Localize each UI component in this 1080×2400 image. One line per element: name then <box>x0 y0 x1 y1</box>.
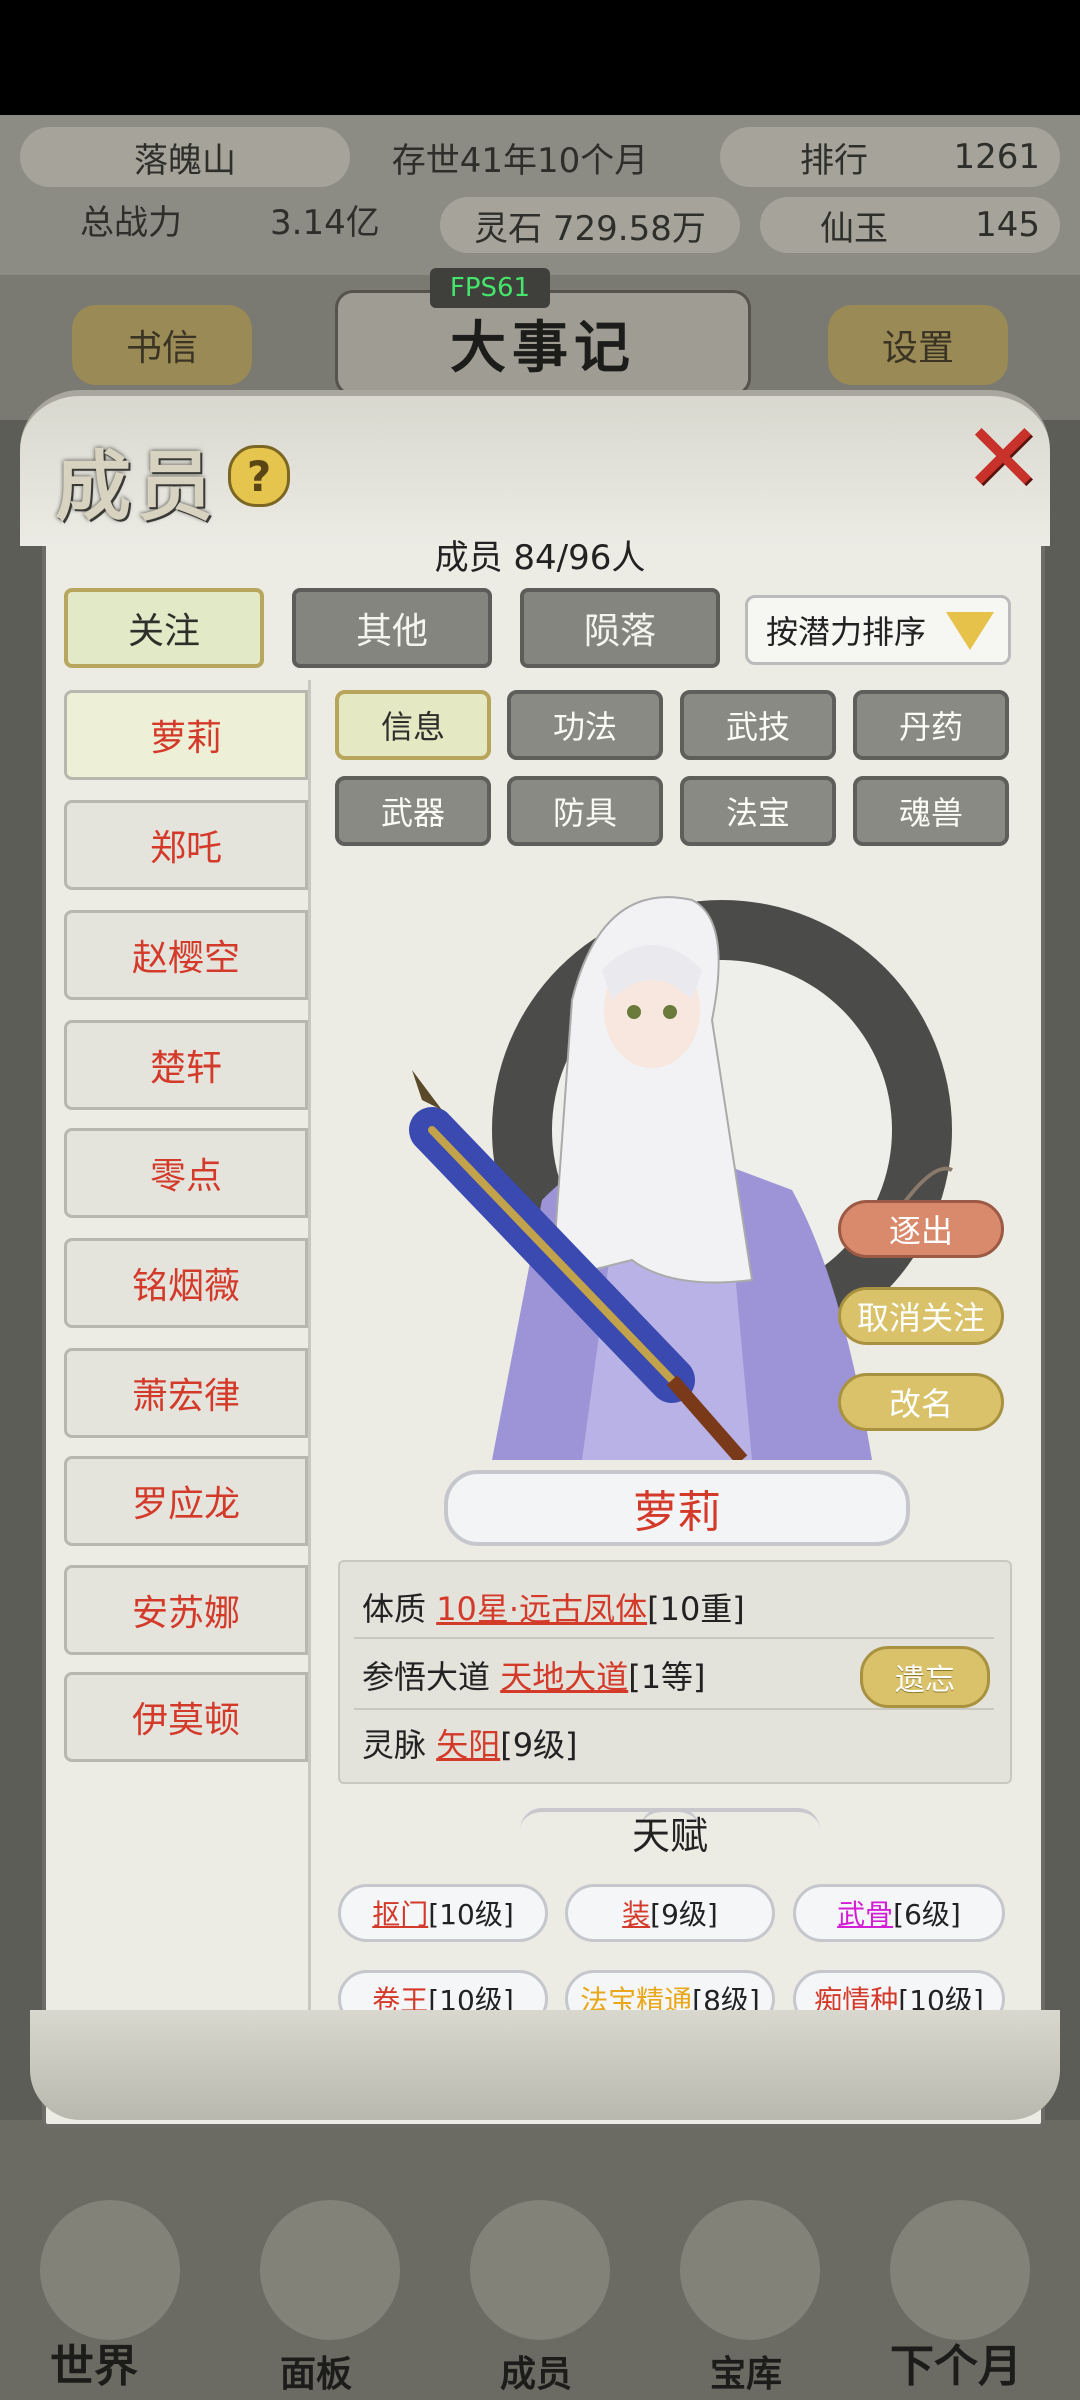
row-divider <box>354 1708 994 1710</box>
dialog-title: 成员 <box>55 442 219 531</box>
member-item[interactable]: 伊莫顿 <box>64 1672 308 1762</box>
close-icon: ✕ <box>962 402 1044 514</box>
member-item[interactable]: 安苏娜 <box>64 1565 308 1655</box>
row-divider <box>354 1637 994 1639</box>
status-bar <box>0 0 1080 115</box>
talent-chip[interactable]: 武骨 [6级] <box>793 1884 1005 1942</box>
jade-label: 仙玉 <box>820 208 888 249</box>
dialog-footer-deco <box>30 2010 1060 2120</box>
letters-button[interactable]: 书信 <box>72 305 252 385</box>
treasury-icon <box>680 2200 820 2340</box>
world-icon <box>40 2200 180 2340</box>
member-item[interactable]: 零点 <box>64 1128 308 1218</box>
forget-button[interactable]: 遗忘 <box>860 1646 990 1708</box>
member-count: 成员 84/96人 <box>434 538 646 578</box>
vein-extra: [9级] <box>500 1726 578 1764</box>
age-value: 存世41年10个月 <box>391 140 649 181</box>
member-item[interactable]: 赵樱空 <box>64 910 308 1000</box>
talent-title: 天赋 <box>631 1814 708 1858</box>
next-month-icon <box>890 2200 1030 2340</box>
talent-level: [10级] <box>428 1898 514 1931</box>
rank-value: 1261 <box>953 137 1040 177</box>
subtab-treasures[interactable]: 法宝 <box>680 776 836 846</box>
tab-fallen[interactable]: 陨落 <box>520 588 720 668</box>
nav-next-month[interactable]: 下个月 <box>890 2330 1022 2394</box>
game-header: 落魄山 存世41年10个月 排行 1261 总战力 3.14亿 灵石 729.5… <box>0 115 1080 275</box>
close-button[interactable]: ✕ <box>960 410 1046 506</box>
vein-row: 灵脉 矢阳[9级] <box>362 1720 578 1766</box>
expel-button[interactable]: 逐出 <box>838 1200 1004 1258</box>
settings-button[interactable]: 设置 <box>828 305 1008 385</box>
subtab-armor[interactable]: 防具 <box>507 776 663 846</box>
physique-label: 体质 <box>362 1590 427 1628</box>
age-text: 存世41年10个月 <box>350 127 690 187</box>
member-item[interactable]: 铭烟薇 <box>64 1238 308 1328</box>
vein-value[interactable]: 矢阳 <box>436 1726 500 1764</box>
talent-chip[interactable]: 抠门 [10级] <box>338 1884 548 1942</box>
location-pill: 落魄山 <box>20 127 350 187</box>
fps-counter: FPS61 <box>430 268 550 308</box>
dao-label: 参悟大道 <box>362 1658 491 1696</box>
subtab-skills[interactable]: 功法 <box>507 690 663 760</box>
member-item[interactable]: 郑吒 <box>64 800 308 890</box>
spirit-stone: 灵石 729.58万 <box>440 197 740 253</box>
jade-pill: 仙玉 145 <box>760 197 1060 253</box>
member-item[interactable]: 罗应龙 <box>64 1456 308 1546</box>
dropdown-triangle-icon <box>946 612 994 650</box>
help-icon[interactable]: ? <box>228 445 290 507</box>
talent-name: 抠门 <box>372 1898 429 1931</box>
sort-label: 按潜力排序 <box>766 613 927 651</box>
jade-value: 145 <box>975 205 1040 245</box>
members-icon <box>470 2200 610 2340</box>
talent-chip[interactable]: 装 [9级] <box>565 1884 775 1942</box>
subtab-info[interactable]: 信息 <box>335 690 491 760</box>
unfollow-button[interactable]: 取消关注 <box>838 1287 1004 1345</box>
tab-following[interactable]: 关注 <box>64 588 264 668</box>
rank-pill: 排行 1261 <box>720 127 1060 187</box>
location-text: 落魄山 <box>134 140 236 181</box>
nav-panel[interactable]: 面板 <box>280 2345 352 2397</box>
talent-level: [9级] <box>650 1898 718 1931</box>
spirit-stone-text: 灵石 729.58万 <box>474 208 706 249</box>
talent-name: 武骨 <box>837 1898 894 1931</box>
subtab-pills[interactable]: 丹药 <box>853 690 1009 760</box>
subtab-weapons[interactable]: 武器 <box>335 776 491 846</box>
member-item[interactable]: 萝莉 <box>64 690 308 780</box>
rename-button[interactable]: 改名 <box>838 1373 1004 1431</box>
talent-level: [6级] <box>893 1898 961 1931</box>
character-name: 萝莉 <box>444 1470 910 1546</box>
physique-row: 体质 10星·远古凤体[10重] <box>362 1584 745 1630</box>
nav-members[interactable]: 成员 <box>500 2345 572 2397</box>
subtab-beasts[interactable]: 魂兽 <box>853 776 1009 846</box>
power-label: 总战力 <box>80 203 182 243</box>
power-value: 3.14亿 <box>270 203 380 243</box>
nav-treasury[interactable]: 宝库 <box>710 2345 782 2397</box>
physique-extra: [10重] <box>647 1590 745 1628</box>
talent-name: 装 <box>622 1898 651 1931</box>
physique-value[interactable]: 10星·远古凤体 <box>436 1590 647 1628</box>
character-portrait <box>372 860 992 1460</box>
dao-extra: [1等] <box>628 1658 706 1696</box>
sort-dropdown[interactable]: 按潜力排序 <box>745 595 1011 665</box>
tab-others[interactable]: 其他 <box>292 588 492 668</box>
member-item[interactable]: 萧宏律 <box>64 1348 308 1438</box>
list-divider <box>308 680 311 2040</box>
member-item[interactable]: 楚轩 <box>64 1020 308 1110</box>
nav-world[interactable]: 世界 <box>50 2330 138 2394</box>
rank-label: 排行 <box>800 140 868 181</box>
panel-icon <box>260 2200 400 2340</box>
vein-label: 灵脉 <box>362 1726 427 1764</box>
info-panel: 体质 10星·远古凤体[10重] 参悟大道 天地大道[1等] 遗忘 灵脉 矢阳[… <box>338 1560 1012 1784</box>
dao-row: 参悟大道 天地大道[1等] <box>362 1652 706 1698</box>
subtab-martial[interactable]: 武技 <box>680 690 836 760</box>
dao-value[interactable]: 天地大道 <box>500 1658 628 1696</box>
character-illustration <box>409 896 953 1460</box>
